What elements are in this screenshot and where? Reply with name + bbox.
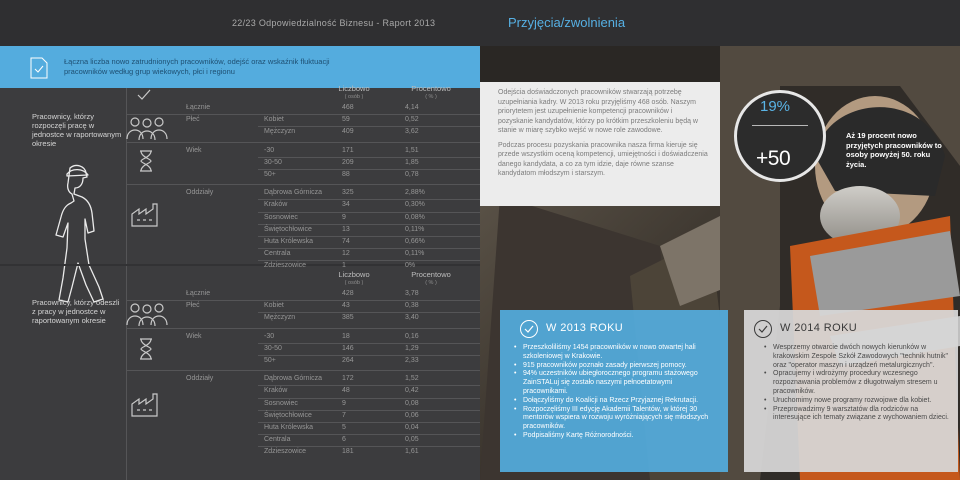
table-row: Sosnowiec 9 0,08	[264, 399, 419, 407]
year-2013-title: W 2013 ROKU	[546, 322, 624, 334]
table-row: Mężczyzn 409 3,62	[264, 128, 419, 136]
table-row: Mężczyzn 385 3,40	[264, 314, 419, 322]
table-row: Dąbrowa Górnicza 172 1,52	[264, 375, 419, 383]
info-paragraph-1: Odejścia doświadczonych pracowników stwa…	[498, 89, 698, 134]
table-row: Huta Królewska 74 0,66%	[264, 238, 425, 245]
table-row: Centrala 6 0,05	[264, 436, 419, 444]
list-item: Podpisaliśmy Kartę Różnorodności.	[514, 432, 714, 441]
table-row: Zdzieszowice 181 1,61	[264, 448, 419, 456]
table-row: Huta Królewska 5 0,04	[264, 424, 419, 431]
table-row: 50+ 264 2,33	[264, 357, 419, 364]
table-row: Kraków 34 0,30%	[264, 201, 425, 209]
list-item: Przeprowadzimy 9 warsztatów dla rodziców…	[764, 406, 952, 424]
list-item: Przeszkoliliśmy 1454 pracowników w nowo …	[514, 344, 714, 362]
hired-pct-header: Procentowo( % )	[411, 84, 451, 100]
page-number-label: 22/23 Odpowiedzialność Biznesu - Raport …	[232, 18, 436, 28]
table-row: 30-50 209 1,85	[264, 158, 419, 166]
list-item: Uruchomimy nowe programy rozwojowe dla k…	[764, 397, 952, 406]
table-row: Świętochłowice 7 0,06	[264, 411, 419, 419]
list-item: Rozpoczęliśmy III edycję Akademii Talent…	[514, 406, 714, 432]
left-pct-header: Procentowo( % )	[411, 270, 451, 286]
stat-divider	[752, 125, 808, 126]
table-row: -30 171 1,51	[264, 146, 419, 154]
top-bar	[0, 0, 960, 46]
page-title: Przyjęcia/zwolnienia	[508, 15, 626, 30]
year-2014-list: Wesprzemy otwarcie dwóch nowych kierunkó…	[764, 344, 952, 423]
table-row: -30 18 0,16	[264, 332, 419, 340]
list-item: 915 pracowników poznało zasady pierwszej…	[514, 362, 714, 371]
table-row: Kobiet 43 0,38	[264, 302, 419, 310]
info-text: Odejścia doświadczonych pracowników stwa…	[498, 88, 708, 184]
table-row-total: Łącznie 428 3,78	[186, 290, 419, 297]
table-row: Sosnowiec 9 0,08%	[264, 213, 425, 221]
list-item: Dołączyliśmy do Koalicji na Rzecz Przyja…	[514, 397, 714, 406]
list-item: Wesprzemy otwarcie dwóch nowych kierunkó…	[764, 344, 952, 370]
list-item: 94% uczestników ubiegłorocznego programu…	[514, 370, 714, 396]
info-paragraph-2: Podczas procesu pozyskania pracownika na…	[498, 141, 708, 178]
stat-age: +50	[756, 147, 791, 170]
check-circle-icon	[520, 320, 538, 338]
table-row: Świętochłowice 13 0,11%	[264, 225, 425, 233]
stat-percent: 19%	[760, 98, 791, 115]
table-row: 50+ 88 0,78	[264, 171, 419, 178]
table-row: Kraków 48 0,42	[264, 387, 419, 395]
year-2013-list: Przeszkoliliśmy 1454 pracowników w nowo …	[514, 344, 714, 441]
table-row: 30-50 146 1,29	[264, 344, 419, 352]
hired-count-header: Liczbowo( osób )	[338, 84, 370, 100]
left-count-header: Liczbowo( osób )	[338, 270, 370, 286]
table-row: Centrala 12 0,11%	[264, 250, 425, 258]
stat-description: Aż 19 procent nowo przyjętych pracownikó…	[846, 131, 942, 169]
check-icon	[137, 89, 151, 100]
year-2014-title: W 2014 ROKU	[780, 322, 858, 334]
intro-text: Łączna liczba nowo zatrudnionych pracown…	[64, 57, 330, 76]
table-row-total: Łącznie 468 4,14	[186, 104, 419, 111]
check-circle-icon	[754, 320, 772, 338]
table-row: Kobiet 59 0,52	[264, 116, 419, 124]
table-row: Dąbrowa Górnicza 325 2,88%	[264, 189, 425, 197]
list-item: Opracujemy i wdrożymy procedury wczesneg…	[764, 370, 952, 396]
document-check-icon	[30, 57, 48, 79]
